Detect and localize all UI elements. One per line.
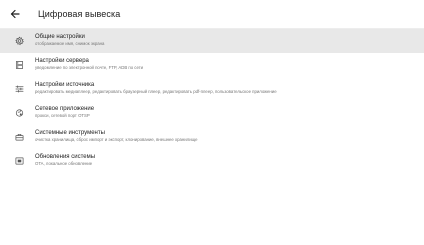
settings-item-description: отображаемое имя, снимок экрана [35,41,105,46]
settings-item-label: Системные инструменты [35,130,105,136]
settings-item-server[interactable]: Настройки сервера уведомление по электро… [0,53,424,77]
settings-item-label: Настройки сервера [35,58,89,64]
server-icon [15,61,24,70]
sliders-icon [15,85,24,94]
settings-item-description: уведомление по электронной почте, FTP, A… [35,65,144,70]
gear-icon [15,36,24,46]
settings-item-description: прокси, сетевой порт OTSP [35,113,90,118]
settings-item-label: Настройки источника [35,82,95,88]
screen: Цифровая вывеска Общие настройки отображ… [0,0,424,245]
settings-item-system-tools[interactable]: Системные инструменты очистка хранилища,… [0,125,424,149]
settings-item-network[interactable]: Сетевое приложение прокси, сетевой порт … [0,101,424,125]
settings-item-description: OTA, локальное обновление [35,161,93,166]
settings-item-description: редактировать медиаплеер, редактировать … [35,89,277,94]
settings-item-general[interactable]: Общие настройки отображаемое имя, снимок… [0,29,424,53]
settings-list: Общие настройки отображаемое имя, снимок… [0,29,424,173]
settings-item-source[interactable]: Настройки источника редактировать медиап… [0,77,424,101]
toolbox-icon [15,133,24,142]
update-icon [15,157,24,166]
settings-item-label: Сетевое приложение [35,106,95,112]
page-title: Цифровая вывеска [38,9,121,19]
back-button[interactable] [0,0,30,28]
top-bar: Цифровая вывеска [0,0,424,29]
arrow-left-icon [10,9,20,19]
settings-item-label: Обновления системы [35,154,96,160]
settings-item-description: очистка хранилища, сброс импорт и экспор… [35,137,198,142]
network-icon [15,109,24,118]
settings-item-updates[interactable]: Обновления системы OTA, локальное обновл… [0,149,424,173]
settings-item-label: Общие настройки [35,34,85,40]
